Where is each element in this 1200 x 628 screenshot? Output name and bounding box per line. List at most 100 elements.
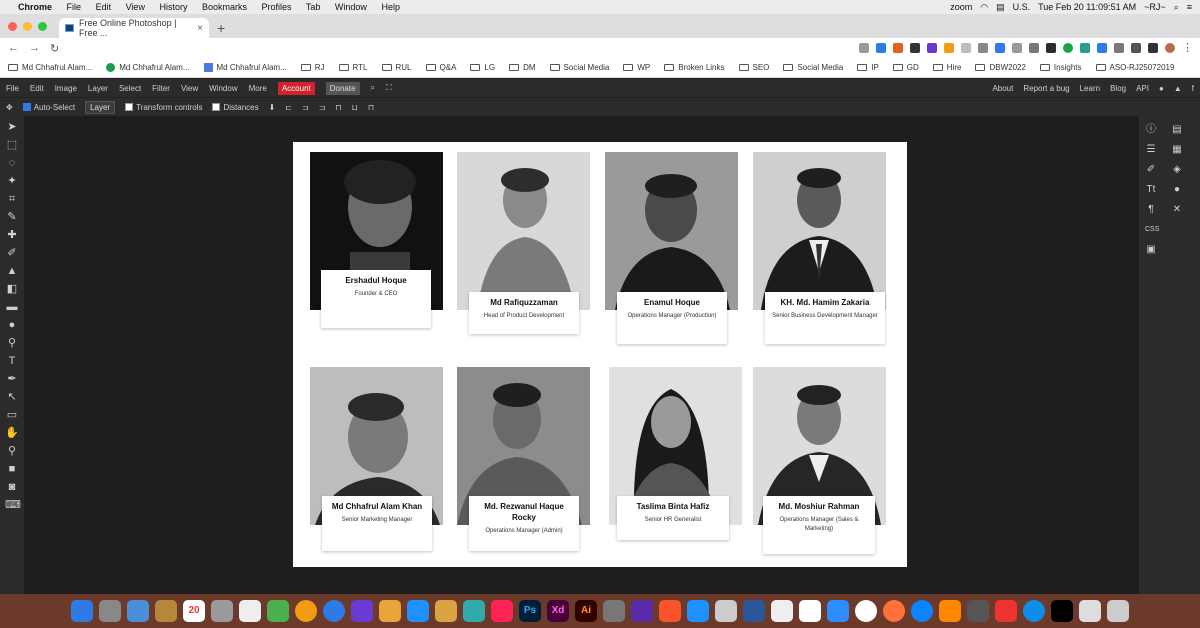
mac-menu-view[interactable]: View <box>126 2 145 12</box>
bookmark-item[interactable]: Md Chhafrul Alam... <box>203 63 287 72</box>
swatches-icon[interactable]: ▦ <box>1171 144 1183 156</box>
app-icon[interactable] <box>799 600 821 622</box>
downloads-icon[interactable] <box>1079 600 1101 622</box>
info-icon[interactable]: ⓘ <box>1145 124 1157 136</box>
bookmark-folder[interactable]: ASO-RJ25072019 <box>1095 63 1174 72</box>
word-icon[interactable] <box>743 600 765 622</box>
distances-checkbox[interactable]: Distances <box>212 103 259 112</box>
brush-tool-icon[interactable]: ✐ <box>5 246 19 260</box>
layer-select[interactable]: Layer <box>85 100 116 114</box>
extension-icon[interactable] <box>961 43 971 53</box>
maps-icon[interactable] <box>267 600 289 622</box>
eraser-tool-icon[interactable]: ◧ <box>5 282 19 296</box>
gradient-tool-icon[interactable]: ▬ <box>5 300 19 314</box>
bookmark-folder[interactable]: Social Media <box>783 63 843 72</box>
zoom-tool-icon[interactable]: ⚲ <box>5 444 19 458</box>
transform-controls-checkbox[interactable]: Transform controls <box>125 103 202 112</box>
menu-window[interactable]: Window <box>209 84 237 93</box>
extension-icon[interactable] <box>1063 43 1073 53</box>
menu-image[interactable]: Image <box>55 84 77 93</box>
books-icon[interactable] <box>379 600 401 622</box>
lasso-tool-icon[interactable]: ◌ <box>5 156 19 170</box>
photoshop-icon[interactable]: Ps <box>519 600 541 622</box>
tab-close-icon[interactable]: × <box>197 23 203 34</box>
zoom-icon[interactable] <box>827 600 849 622</box>
align-left-icon[interactable]: ⊏ <box>285 103 292 112</box>
dodge-tool-icon[interactable]: ⚲ <box>5 336 19 350</box>
brush-settings-icon[interactable]: ✐ <box>1145 164 1157 176</box>
align-middle-icon[interactable]: ⊔ <box>352 103 358 112</box>
bookmark-folder[interactable]: DBW2022 <box>975 63 1026 72</box>
reload-icon[interactable]: ↻ <box>50 42 59 55</box>
align-right-icon[interactable]: ⊐ <box>319 103 326 112</box>
teamviewer-icon[interactable] <box>1023 600 1045 622</box>
bookmark-folder[interactable]: Q&A <box>425 63 456 72</box>
edge-icon[interactable] <box>911 600 933 622</box>
app-icon[interactable] <box>967 600 989 622</box>
back-icon[interactable]: ← <box>8 42 19 54</box>
app-icon[interactable] <box>351 600 373 622</box>
locale-label[interactable]: U.S. <box>1013 2 1031 12</box>
bookmark-folder[interactable]: RUL <box>381 63 412 72</box>
image-icon[interactable]: ▣ <box>1145 244 1157 256</box>
align-center-icon[interactable]: ⊐ <box>302 103 309 112</box>
new-tab-button[interactable]: + <box>217 20 225 36</box>
sidebar-icon[interactable] <box>1148 43 1158 53</box>
align-bottom-icon[interactable]: ⊓ <box>368 103 374 112</box>
anydesk-icon[interactable] <box>995 600 1017 622</box>
trash-icon[interactable] <box>1107 600 1129 622</box>
chrome-icon[interactable] <box>855 600 877 622</box>
download-icon[interactable]: ⬇ <box>269 103 276 112</box>
bookmark-folder[interactable]: Broken Links <box>664 63 725 72</box>
wifi-icon[interactable]: ◠ <box>980 2 988 13</box>
mac-menu-help[interactable]: Help <box>381 2 400 12</box>
twitter-icon[interactable]: ▲ <box>1174 84 1182 93</box>
safari-icon[interactable] <box>687 600 709 622</box>
extension-icon[interactable] <box>944 43 954 53</box>
app-icon[interactable] <box>435 600 457 622</box>
report-bug-link[interactable]: Report a bug <box>1023 84 1069 93</box>
menu-file[interactable]: File <box>6 84 19 93</box>
healing-tool-icon[interactable]: ✚ <box>5 228 19 242</box>
share-icon[interactable] <box>859 43 869 53</box>
character-icon[interactable]: Tt <box>1145 184 1157 196</box>
extension-icon[interactable] <box>893 43 903 53</box>
extension-icon[interactable] <box>978 43 988 53</box>
preview-icon[interactable] <box>127 600 149 622</box>
bookmark-folder[interactable]: RTL <box>338 63 368 72</box>
menu-list-icon[interactable]: ≡ <box>1187 2 1192 12</box>
mac-menu-tab[interactable]: Tab <box>306 2 321 12</box>
bookmark-item[interactable]: Md Chhafrul Alam... <box>106 63 190 72</box>
bookmark-folder[interactable]: SEO <box>738 63 769 72</box>
document-canvas[interactable]: Ershadul Hoque Founder & CEO Md Rafiquzz… <box>293 142 907 567</box>
reddit-icon[interactable]: ● <box>1159 84 1164 93</box>
bookmark-folder[interactable]: DM <box>509 63 536 72</box>
illustrator-icon[interactable]: Ai <box>575 600 597 622</box>
mac-menu-app[interactable]: Chrome <box>18 2 52 12</box>
minimize-window-icon[interactable] <box>23 21 32 31</box>
launchpad-icon[interactable] <box>99 600 121 622</box>
marquee-tool-icon[interactable]: ⬚ <box>5 138 19 152</box>
maximize-window-icon[interactable] <box>38 21 47 31</box>
bookmark-folder[interactable]: GD <box>892 63 919 72</box>
mac-menu-edit[interactable]: Edit <box>96 2 112 12</box>
bookmark-folder[interactable]: IP <box>857 63 879 72</box>
crop-tool-icon[interactable]: ⌗ <box>5 192 19 206</box>
keyboard-icon[interactable]: ⌨ <box>5 498 21 512</box>
eyedropper-tool-icon[interactable]: ✎ <box>5 210 19 224</box>
extension-icon[interactable] <box>995 43 1005 53</box>
path-select-tool-icon[interactable]: ↖ <box>5 390 19 404</box>
menu-edit[interactable]: Edit <box>30 84 44 93</box>
adobe-xd-icon[interactable]: Xd <box>547 600 569 622</box>
flag-icon[interactable]: ▤ <box>996 2 1005 13</box>
menu-filter[interactable]: Filter <box>152 84 170 93</box>
search-icon[interactable]: ⌕ <box>371 83 375 93</box>
shape-tool-icon[interactable]: ▭ <box>5 408 19 422</box>
paragraph-icon[interactable]: ¶ <box>1145 204 1157 216</box>
textedit-icon[interactable] <box>771 600 793 622</box>
extension-icon[interactable] <box>1097 43 1107 53</box>
mac-menu-file[interactable]: File <box>67 2 82 12</box>
menu-select[interactable]: Select <box>119 84 141 93</box>
move-tool-icon[interactable]: ✥ <box>6 103 13 112</box>
mac-menu-profiles[interactable]: Profiles <box>262 2 292 12</box>
